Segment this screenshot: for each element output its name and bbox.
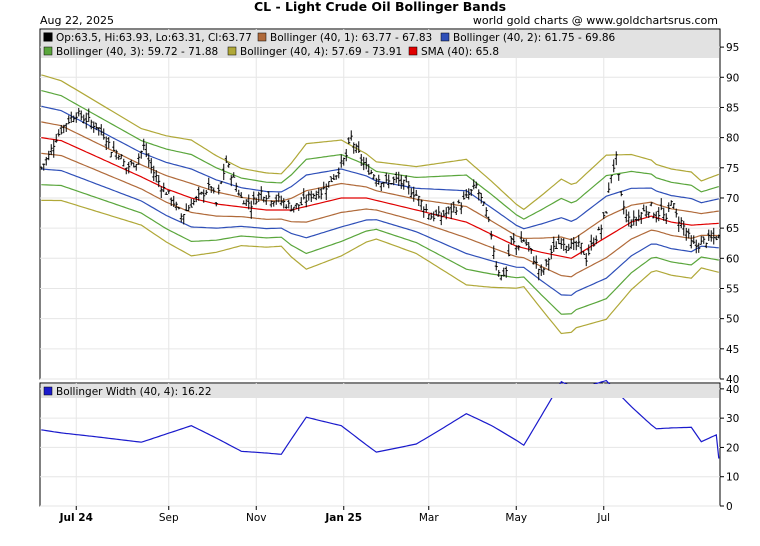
width-y-tick-label: 10 xyxy=(726,472,739,484)
legend-b1-label: Bollinger (40, 1): 63.77 - 67.83 xyxy=(270,32,432,44)
main-y-tick-label: 55 xyxy=(726,283,739,295)
width-y-tick-label: 0 xyxy=(726,501,733,513)
legend-swatch-b4 xyxy=(227,46,237,56)
legend-swatch-width xyxy=(43,386,53,396)
x-tick-label: May xyxy=(505,512,527,524)
chart-credit: world gold charts @ www.goldchartsrus.co… xyxy=(473,14,718,27)
x-tick-label: Sep xyxy=(159,512,179,524)
legend-swatch-price xyxy=(43,32,53,42)
chart-title: CL - Light Crude Oil Bollinger Bands xyxy=(254,0,506,14)
main-y-tick-label: 75 xyxy=(726,163,739,175)
chart-container: Aug 22, 2025 CL - Light Crude Oil Bollin… xyxy=(0,0,760,542)
main-y-tick-label: 60 xyxy=(726,253,739,265)
legend-swatch-sma xyxy=(408,46,418,56)
legend-width-label: Bollinger Width (40, 4): 16.22 xyxy=(56,386,212,398)
legend-price-label: Op:63.5, Hi:63.93, Lo:63.31, Cl:63.77 xyxy=(56,32,252,44)
width-y-axis: 0 10 20 30 40 xyxy=(720,384,739,513)
width-y-tick-label: 20 xyxy=(726,442,739,454)
width-panel-frame xyxy=(39,382,721,507)
legend-sma-label: SMA (40): 65.8 xyxy=(421,46,499,58)
legend-swatch-b1 xyxy=(257,32,267,42)
main-y-tick-label: 85 xyxy=(726,102,739,114)
legend-swatch-b2 xyxy=(440,32,450,42)
legend-b4-label: Bollinger (40, 4): 57.69 - 73.91 xyxy=(240,46,402,58)
x-tick-label: Jan 25 xyxy=(324,512,362,524)
x-tick-label: Jul xyxy=(596,512,610,524)
width-y-tick-label: 40 xyxy=(726,384,739,396)
main-y-axis: 404550556065707580859095 xyxy=(720,42,739,386)
x-axis: Jul 24 Sep Nov Jan 25 Mar May Jul xyxy=(59,506,610,524)
bollinger-chart-svg: Aug 22, 2025 CL - Light Crude Oil Bollin… xyxy=(39,0,739,524)
main-y-tick-label: 50 xyxy=(726,314,739,326)
width-y-tick-label: 30 xyxy=(726,413,739,425)
main-y-tick-label: 90 xyxy=(726,72,739,84)
x-tick-label: Nov xyxy=(246,512,267,524)
main-y-tick-label: 80 xyxy=(726,133,739,145)
legend-b3-label: Bollinger (40, 3): 59.72 - 71.88 xyxy=(56,46,218,58)
x-tick-label: Jul 24 xyxy=(59,512,93,524)
x-tick-label: Mar xyxy=(419,512,439,524)
main-y-tick-label: 45 xyxy=(726,344,739,356)
legend-swatch-b3 xyxy=(43,46,53,56)
legend-b2-label: Bollinger (40, 2): 61.75 - 69.86 xyxy=(453,32,616,44)
main-y-tick-label: 95 xyxy=(726,42,739,54)
chart-date: Aug 22, 2025 xyxy=(40,14,114,27)
main-panel-frame xyxy=(39,28,721,380)
main-y-tick-label: 70 xyxy=(726,193,739,205)
main-y-tick-label: 65 xyxy=(726,223,739,235)
